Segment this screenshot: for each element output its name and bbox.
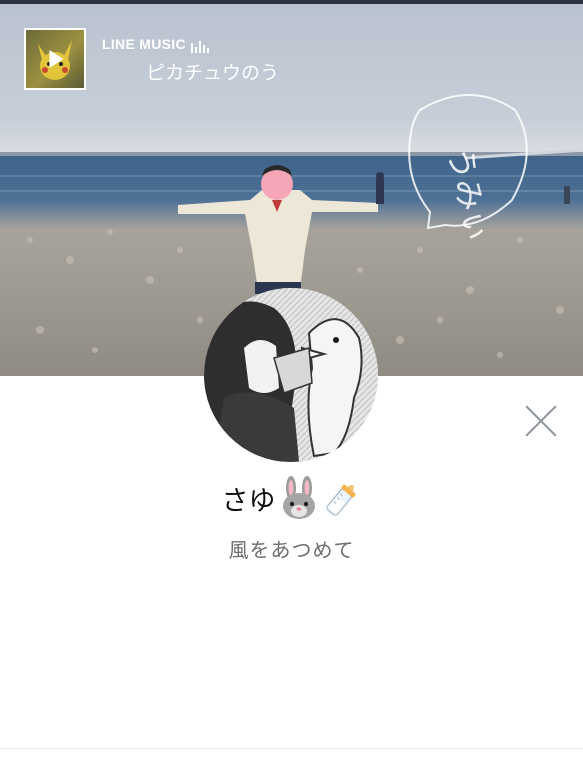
status-message: 風をあつめて xyxy=(228,538,355,562)
distant-person xyxy=(564,186,570,204)
distant-person xyxy=(376,172,384,180)
window-top-edge xyxy=(0,0,583,4)
play-icon[interactable] xyxy=(49,50,64,68)
music-service-label: LINE MUSIC xyxy=(102,36,211,53)
profile-popup: うみぃ LINE MUSIC ピカチュウのう さゆ 風をあつめて xyxy=(0,0,583,775)
distant-person xyxy=(376,178,384,204)
close-icon[interactable] xyxy=(524,404,558,438)
album-art-play-button[interactable] xyxy=(24,28,86,90)
profile-avatar[interactable] xyxy=(204,288,378,462)
profile-name-row: さゆ xyxy=(0,476,583,520)
baby-bottle-emoji xyxy=(325,484,356,516)
equalizer-icon xyxy=(190,37,211,53)
line-music-text: LINE MUSIC xyxy=(102,36,186,52)
doodle-text: うみぃ xyxy=(440,144,497,246)
bottom-divider xyxy=(0,748,583,749)
profile-name: さゆ xyxy=(221,485,276,517)
song-title[interactable]: ピカチュウのう xyxy=(146,58,292,85)
rabbit-face-emoji xyxy=(282,476,315,519)
manga-avatar-art xyxy=(204,288,378,462)
person-figure xyxy=(178,165,378,294)
